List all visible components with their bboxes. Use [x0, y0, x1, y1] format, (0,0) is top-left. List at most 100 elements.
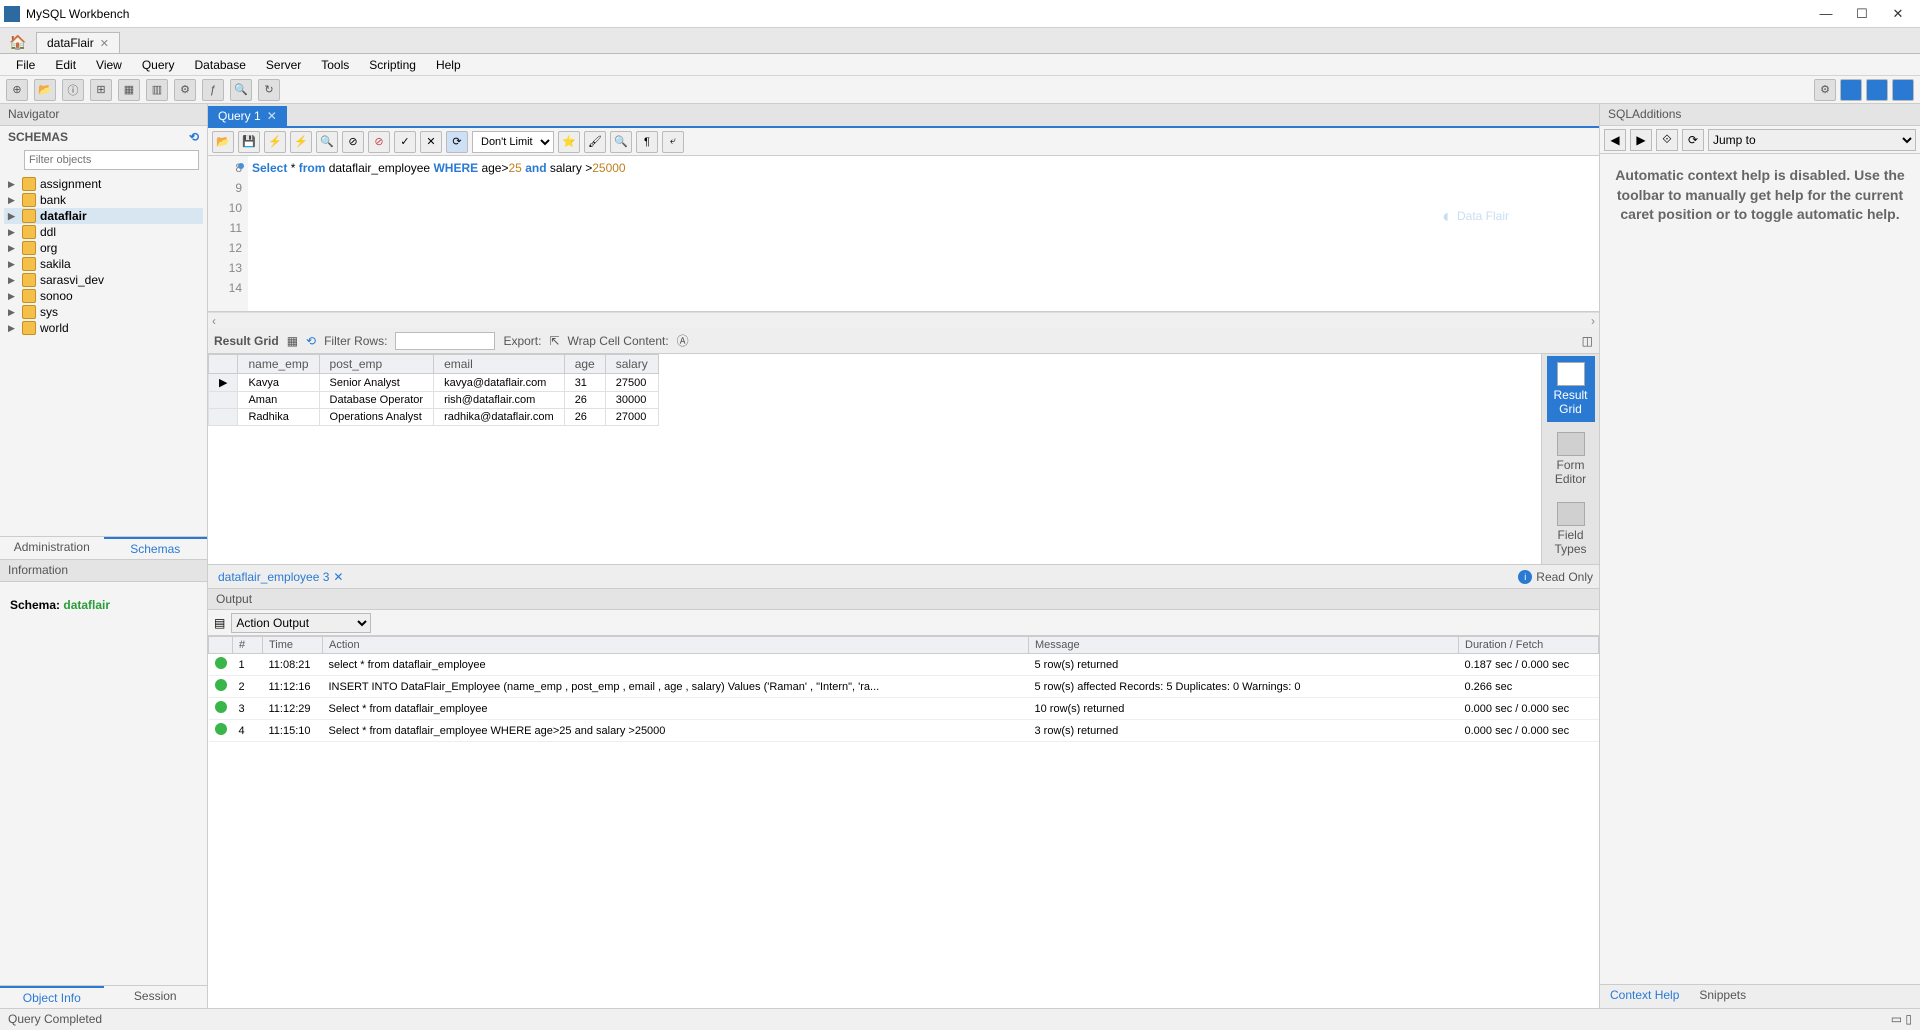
grid-icon[interactable]: ▦	[287, 334, 298, 348]
schema-item[interactable]: ▶sonoo	[4, 288, 203, 304]
jump-to-select[interactable]: Jump to	[1708, 129, 1916, 151]
window-title: MySQL Workbench	[26, 7, 129, 21]
close-icon[interactable]: ✕	[333, 570, 343, 584]
schema-item[interactable]: ▶sarasvi_dev	[4, 272, 203, 288]
panel-toggle-icon[interactable]: ◫	[1582, 334, 1593, 348]
menu-view[interactable]: View	[86, 56, 132, 74]
schema-item[interactable]: ▶world	[4, 320, 203, 336]
status-icons: ▭ ▯	[1891, 1012, 1912, 1027]
output-select[interactable]: Action Output	[231, 613, 371, 633]
filter-rows-input[interactable]	[395, 332, 495, 350]
invisible-icon[interactable]: ¶	[636, 131, 658, 153]
nav-forward-icon[interactable]: ▶	[1630, 129, 1652, 151]
tab-schemas[interactable]: Schemas	[104, 537, 208, 559]
result-grid-button[interactable]: Result Grid	[1547, 356, 1595, 422]
schema-item[interactable]: ▶sys	[4, 304, 203, 320]
find-icon[interactable]: 🔍	[610, 131, 632, 153]
editor-pane: Query 1 ✕ 📂 💾 ⚡ ⚡ 🔍 ⊘ ⊘ ✓ ✕ ⟳ Don't Limi…	[208, 104, 1600, 1008]
create-schema-icon[interactable]: ⊞	[90, 79, 112, 101]
field-types-button[interactable]: Field Types	[1547, 496, 1595, 562]
close-icon[interactable]: ✕	[100, 37, 109, 50]
output-icon: ▤	[214, 616, 225, 630]
wrap-icon[interactable]: ⤶	[662, 131, 684, 153]
inspector-icon[interactable]: ⓘ	[62, 79, 84, 101]
auto-help-icon[interactable]: ⟳	[1682, 129, 1704, 151]
commit-icon[interactable]: ✓	[394, 131, 416, 153]
form-editor-button[interactable]: Form Editor	[1547, 426, 1595, 492]
editor-scrollbar[interactable]: ‹›	[208, 312, 1599, 328]
tab-administration[interactable]: Administration	[0, 537, 104, 559]
query-tab-label: Query 1	[218, 109, 261, 123]
panel-left-icon[interactable]	[1840, 79, 1862, 101]
menu-database[interactable]: Database	[185, 56, 256, 74]
menu-help[interactable]: Help	[426, 56, 471, 74]
line-gutter: 891011121314	[208, 156, 248, 311]
row-limit-select[interactable]: Don't Limit	[472, 131, 554, 153]
favorite-icon[interactable]: ⭐	[558, 131, 580, 153]
schema-item-selected[interactable]: ▶dataflair	[4, 208, 203, 224]
stop-icon[interactable]: ⊘	[342, 131, 364, 153]
home-icon[interactable]: 🏠	[6, 31, 30, 53]
close-icon[interactable]: ✕	[267, 109, 277, 123]
connection-tab-label: dataFlair	[47, 36, 94, 50]
sql-code[interactable]: Select * from dataflair_employee WHERE a…	[248, 156, 1599, 311]
open-sql-icon[interactable]: 📂	[34, 79, 56, 101]
window-maximize-button[interactable]: ☐	[1844, 4, 1880, 24]
settings-icon[interactable]: ⚙	[1814, 79, 1836, 101]
filter-label: Filter Rows:	[324, 334, 387, 348]
sql-additions-pane: SQLAdditions ◀ ▶ ⟐ ⟳ Jump to Automatic c…	[1600, 104, 1920, 1008]
tab-snippets[interactable]: Snippets	[1689, 985, 1756, 1008]
connection-tab[interactable]: dataFlair ✕	[36, 32, 120, 53]
tab-context-help[interactable]: Context Help	[1600, 985, 1689, 1008]
menu-edit[interactable]: Edit	[45, 56, 86, 74]
create-function-icon[interactable]: ƒ	[202, 79, 224, 101]
create-procedure-icon[interactable]: ⚙	[174, 79, 196, 101]
success-icon	[215, 701, 227, 713]
save-icon[interactable]: 💾	[238, 131, 260, 153]
menu-scripting[interactable]: Scripting	[359, 56, 426, 74]
export-icon[interactable]: ⇱	[549, 334, 559, 348]
schema-item[interactable]: ▶org	[4, 240, 203, 256]
output-table[interactable]: # Time Action Message Duration / Fetch 1…	[208, 636, 1599, 1008]
refresh-icon[interactable]: ⟲	[189, 130, 199, 144]
schema-item[interactable]: ▶assignment	[4, 176, 203, 192]
wrap-icon[interactable]: Ⓐ	[677, 332, 689, 349]
beautify-icon[interactable]: 🖌	[584, 131, 606, 153]
open-file-icon[interactable]: 📂	[212, 131, 234, 153]
query-tab[interactable]: Query 1 ✕	[208, 106, 287, 126]
result-grid[interactable]: name_emp post_emp email age salary ▶Kavy…	[208, 354, 1541, 564]
autocommit-icon[interactable]: ⟳	[446, 131, 468, 153]
manual-help-icon[interactable]: ⟐	[1656, 129, 1678, 151]
panel-right-icon[interactable]	[1892, 79, 1914, 101]
menu-file[interactable]: File	[6, 56, 45, 74]
do-not-icon[interactable]: ⊘	[368, 131, 390, 153]
success-icon	[215, 723, 227, 735]
menu-tools[interactable]: Tools	[311, 56, 359, 74]
sql-editor[interactable]: 891011121314 Select * from dataflair_emp…	[208, 156, 1599, 312]
new-sql-tab-icon[interactable]: ⊕	[6, 79, 28, 101]
menu-query[interactable]: Query	[132, 56, 185, 74]
panel-bottom-icon[interactable]	[1866, 79, 1888, 101]
menubar: File Edit View Query Database Server Too…	[0, 54, 1920, 76]
tab-session[interactable]: Session	[104, 986, 208, 1008]
schema-item[interactable]: ▶ddl	[4, 224, 203, 240]
execute-icon[interactable]: ⚡	[264, 131, 286, 153]
menu-server[interactable]: Server	[256, 56, 311, 74]
tab-object-info[interactable]: Object Info	[0, 986, 104, 1008]
rollback-icon[interactable]: ✕	[420, 131, 442, 153]
nav-back-icon[interactable]: ◀	[1604, 129, 1626, 151]
create-table-icon[interactable]: ▦	[118, 79, 140, 101]
result-tab[interactable]: dataflair_employee 3✕	[214, 568, 347, 586]
search-icon[interactable]: 🔍	[230, 79, 252, 101]
window-close-button[interactable]: ✕	[1880, 4, 1916, 24]
reconnect-icon[interactable]: ↻	[258, 79, 280, 101]
info-schema-value: dataflair	[63, 598, 110, 612]
window-minimize-button[interactable]: —	[1808, 4, 1844, 24]
schema-item[interactable]: ▶bank	[4, 192, 203, 208]
execute-step-icon[interactable]: ⚡	[290, 131, 312, 153]
schema-filter-input[interactable]	[24, 150, 199, 170]
refresh-icon[interactable]: ⟲	[306, 334, 316, 348]
explain-icon[interactable]: 🔍	[316, 131, 338, 153]
create-view-icon[interactable]: ▥	[146, 79, 168, 101]
schema-item[interactable]: ▶sakila	[4, 256, 203, 272]
